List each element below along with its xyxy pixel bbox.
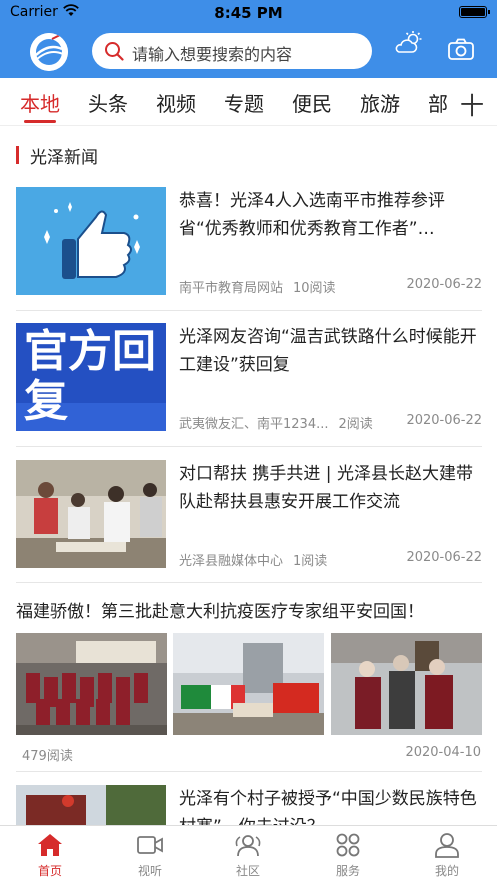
thumbs-up-thumbnail <box>16 187 166 295</box>
meeting-photo <box>16 460 166 568</box>
active-tab-indicator <box>24 120 56 123</box>
search-placeholder: 请输入想要搜索的内容 <box>132 45 293 64</box>
home-icon <box>38 834 62 856</box>
gallery-image <box>173 633 324 735</box>
bottom-navigation: 首页 视听 社区 服务 我的 <box>0 825 497 883</box>
news-source: 光泽县融媒体中心 <box>179 554 284 569</box>
nav-profile[interactable]: 我的 <box>417 832 477 879</box>
nav-services[interactable]: 服务 <box>318 832 378 879</box>
news-item[interactable]: 对口帮扶 携手共进 | 光泽县长赵大建带队赴帮扶县惠安开展工作交流 光泽县融媒体… <box>16 460 482 572</box>
news-headline: 恭喜！光泽4人入选南平市推荐参评省“优秀教师和优秀教育工作者”… <box>179 191 445 239</box>
search-bar[interactable]: 请输入想要搜索的内容 <box>92 33 372 69</box>
nav-label: 社区 <box>235 864 260 878</box>
news-reads: 1阅读 <box>293 554 328 569</box>
news-source: 武夷微友汇、南平1234... <box>179 417 329 432</box>
tab-partial[interactable]: 部 <box>428 88 448 117</box>
nav-label: 视听 <box>137 864 162 878</box>
nav-home[interactable]: 首页 <box>20 832 80 879</box>
gallery-image <box>331 633 482 735</box>
divider <box>16 771 482 772</box>
news-source: 南平市教育局网站 <box>179 281 284 296</box>
camera-icon[interactable] <box>448 38 474 60</box>
nav-media[interactable]: 视听 <box>120 832 180 879</box>
video-icon <box>137 836 163 854</box>
news-meta: 武夷微友汇、南平1234... 2阅读 2020-06-22 <box>179 413 482 432</box>
tab-local[interactable]: 本地 <box>20 88 60 117</box>
news-reads: 10阅读 <box>293 281 336 296</box>
search-icon <box>105 42 124 61</box>
clock: 8:45 PM <box>214 4 283 22</box>
divider <box>16 582 482 583</box>
top-bar: Carrier 8:45 PM 请输入想要搜索的内容 <box>0 0 497 78</box>
section-marker <box>16 146 19 164</box>
gallery-news-headline[interactable]: 福建骄傲！第三批赴意大利抗疫医疗专家组平安回国！ <box>16 597 424 622</box>
news-item[interactable]: 官方回复 光泽网友咨询“温吉武铁路什么时候能开工建设”获回复 武夷微友汇、南平1… <box>16 323 482 435</box>
section-title: 光泽新闻 <box>30 148 98 168</box>
add-channel-button[interactable]: 十 <box>460 86 484 121</box>
user-icon <box>435 833 459 858</box>
tab-travel[interactable]: 旅游 <box>360 88 400 117</box>
gallery-news-date: 2020-04-10 <box>405 745 481 760</box>
app-logo-icon[interactable] <box>30 33 68 71</box>
news-meta: 光泽县融媒体中心 1阅读 2020-06-22 <box>179 550 482 569</box>
news-date: 2020-06-22 <box>406 550 482 565</box>
news-date: 2020-06-22 <box>406 277 482 292</box>
tab-video[interactable]: 视频 <box>156 88 196 117</box>
channel-tabs: 本地 头条 视频 专题 便民 旅游 部 十 <box>0 78 497 126</box>
news-headline: 对口帮扶 携手共进 | 光泽县长赵大建带队赴帮扶县惠安开展工作交流 <box>179 464 473 512</box>
tab-topics[interactable]: 专题 <box>224 88 264 117</box>
thumbs-up-icon <box>16 187 166 295</box>
tab-headlines[interactable]: 头条 <box>88 88 128 117</box>
gallery-images[interactable] <box>16 633 482 735</box>
battery-icon <box>459 6 490 18</box>
thumbnail-text: 官方回复 <box>24 326 156 427</box>
grid-icon <box>336 833 360 857</box>
divider <box>16 446 482 447</box>
official-reply-thumbnail: 官方回复 <box>16 323 166 431</box>
gallery-image <box>16 633 167 735</box>
news-date: 2020-06-22 <box>406 413 482 428</box>
nav-label: 我的 <box>434 864 459 878</box>
nav-label: 服务 <box>335 864 360 878</box>
meeting-photo-thumbnail <box>16 460 166 568</box>
nav-label: 首页 <box>37 864 62 878</box>
weather-icon[interactable] <box>394 30 424 56</box>
community-icon <box>235 835 261 857</box>
divider <box>16 310 482 311</box>
news-item[interactable]: 恭喜！光泽4人入选南平市推荐参评省“优秀教师和优秀教育工作者”… 南平市教育局网… <box>16 187 482 299</box>
nav-community[interactable]: 社区 <box>218 832 278 879</box>
gallery-news-reads: 479阅读 <box>22 749 73 764</box>
tab-services[interactable]: 便民 <box>292 88 332 117</box>
news-reads: 2阅读 <box>338 417 373 432</box>
news-headline: 光泽网友咨询“温吉武铁路什么时候能开工建设”获回复 <box>179 327 477 375</box>
status-bar: Carrier 8:45 PM <box>0 0 497 26</box>
news-meta: 南平市教育局网站 10阅读 2020-06-22 <box>179 277 482 296</box>
